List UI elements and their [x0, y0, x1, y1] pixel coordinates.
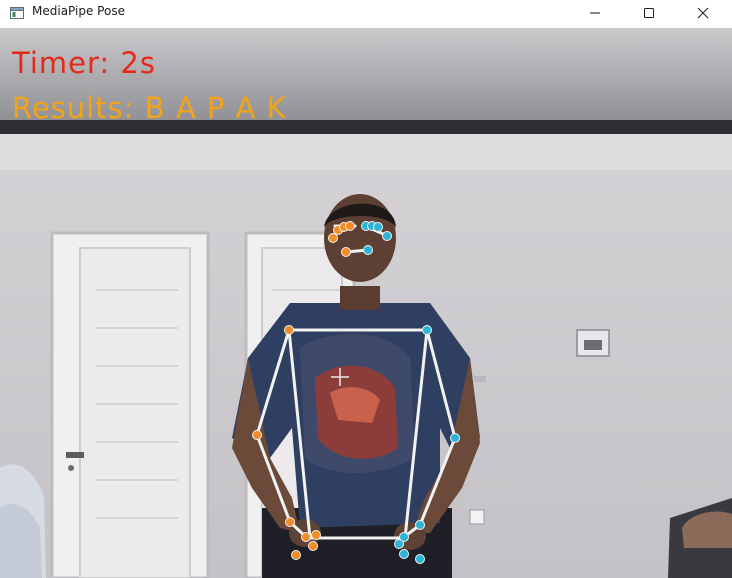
door-handle [66, 452, 84, 458]
camera-feed: Timer: 2s Results: B A P A K [0, 28, 732, 578]
maximize-icon [644, 8, 654, 18]
wall-socket [469, 509, 485, 525]
app-window: MediaPipe Pose Timer: 2s Results: B A P … [0, 0, 732, 578]
close-button[interactable] [680, 0, 726, 26]
pose-landmark [373, 222, 383, 232]
left-door [50, 231, 210, 578]
ceiling-trim [0, 134, 732, 170]
pose-landmark [363, 245, 373, 255]
pose-landmark [415, 520, 425, 530]
window-title: MediaPipe Pose [32, 4, 125, 18]
close-icon [697, 7, 709, 19]
pose-landmark [450, 433, 460, 443]
pose-landmark [341, 247, 351, 257]
pose-landmark [301, 532, 311, 542]
pose-landmark [394, 539, 404, 549]
pose-landmark [399, 549, 409, 559]
maximize-button[interactable] [626, 0, 672, 26]
pose-landmark [252, 430, 262, 440]
pose-landmark [422, 325, 432, 335]
pose-landmark [285, 517, 295, 527]
pose-landmark [382, 231, 392, 241]
pose-landmark [308, 541, 318, 551]
timer-overlay: Timer: 2s [12, 46, 156, 80]
pose-landmark [328, 233, 338, 243]
pose-landmark [291, 550, 301, 560]
title-bar[interactable]: MediaPipe Pose [0, 0, 732, 26]
app-window-icon [10, 7, 24, 19]
pose-landmark [284, 325, 294, 335]
pose-landmark [311, 530, 321, 540]
pose-landmark [345, 221, 355, 231]
results-overlay: Results: B A P A K [12, 91, 287, 125]
minimize-icon [590, 12, 600, 14]
pose-landmark [415, 554, 425, 564]
minimize-button[interactable] [572, 0, 618, 26]
